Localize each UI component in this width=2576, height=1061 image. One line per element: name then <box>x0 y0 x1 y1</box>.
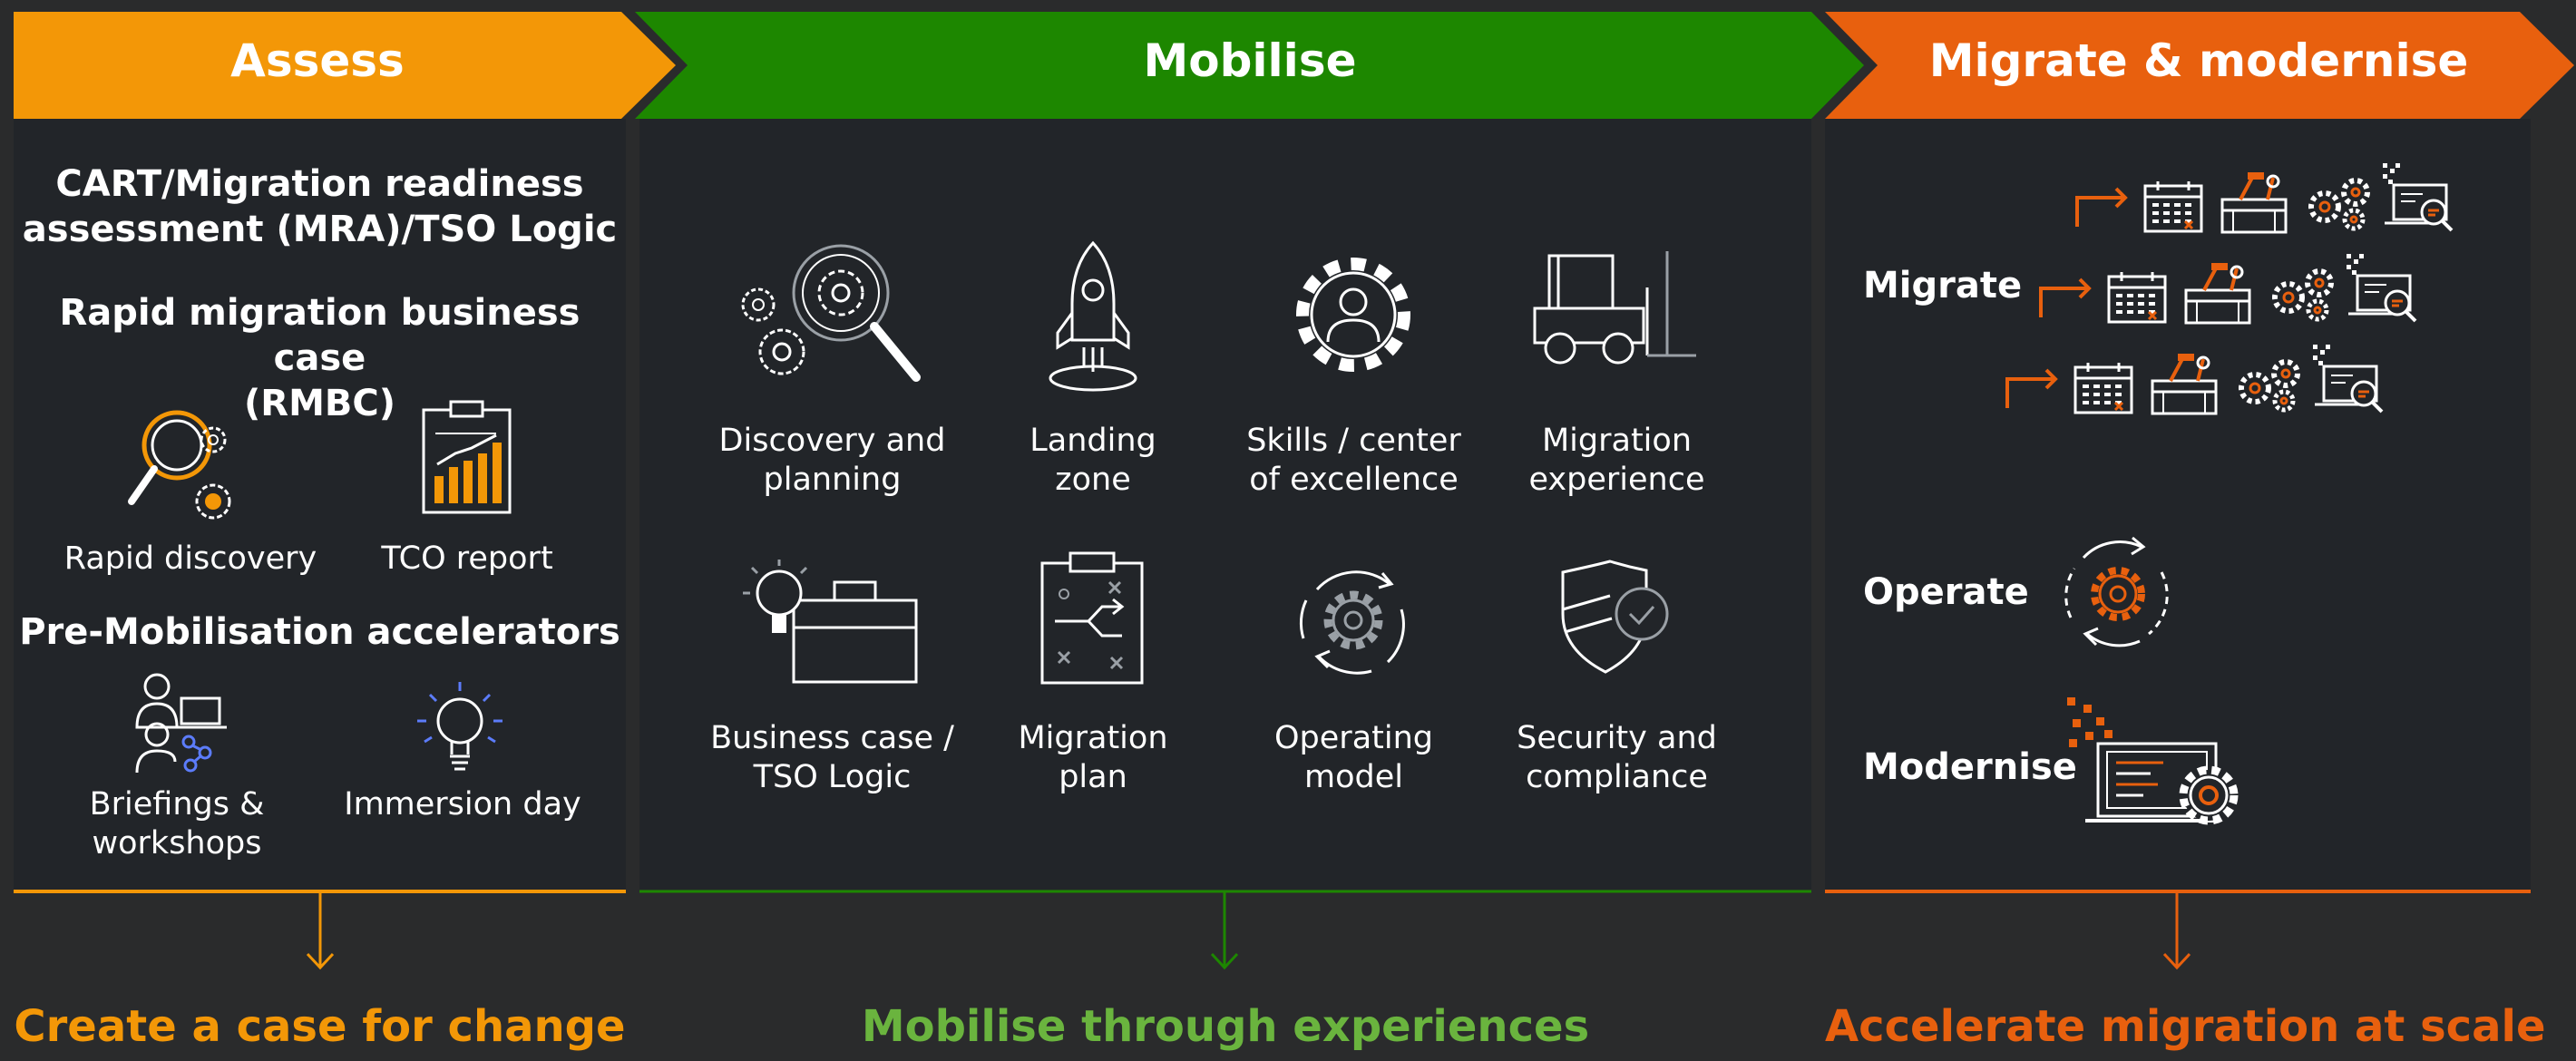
migration-wave-row <box>2005 345 2384 415</box>
gears-icon <box>2308 178 2370 231</box>
calendar-icon <box>2107 272 2167 324</box>
discovery-planning-label: Discovery and planning <box>707 422 957 500</box>
migration-experience-line2: experience <box>1528 462 1705 498</box>
skills-coe-label: Skills / center of excellence <box>1234 422 1474 500</box>
calendar-icon <box>2143 181 2203 233</box>
business-case-line2: TSO Logic <box>753 759 912 795</box>
modernise-label: Modernise <box>1863 746 2077 788</box>
migration-waves <box>2005 163 2454 415</box>
rocket-icon <box>1043 240 1143 394</box>
skills-coe-line2: of excellence <box>1249 462 1459 498</box>
security-compliance-label: Security and compliance <box>1497 719 1737 797</box>
gear-person-icon <box>1288 249 1420 381</box>
calendar-icon <box>2073 363 2133 414</box>
migration-experience-line1: Migration <box>1541 423 1693 459</box>
immersion-day-label: Immersion day <box>344 786 581 823</box>
gear-cycle-icon <box>1288 555 1420 686</box>
migration-wave-row <box>2075 163 2454 234</box>
briefings-workshops-line2: workshops <box>92 825 262 861</box>
shield-check-icon <box>1556 560 1673 677</box>
skills-coe-line1: Skills / center <box>1246 423 1461 459</box>
landing-zone-line1: Landing <box>1029 423 1156 459</box>
assess-footer-title: Create a case for change <box>14 1001 626 1052</box>
people-network-icon <box>134 671 234 775</box>
migrate-banner-title: Migrate & modernise <box>1928 34 2469 87</box>
operating-model-line2: model <box>1304 759 1403 795</box>
tco-report-label: TCO report <box>381 540 553 577</box>
lightbulb-icon <box>417 680 503 780</box>
toolbox-icon <box>2151 354 2218 415</box>
pre-mobilisation-heading: Pre-Mobilisation accelerators <box>19 611 620 653</box>
migration-plan-line1: Migration <box>1018 720 1168 756</box>
security-compliance-line1: Security and <box>1517 720 1717 756</box>
landing-zone-line2: zone <box>1055 462 1131 498</box>
assess-banner-title: Assess <box>230 34 405 87</box>
rmbc-heading: Rapid migration business case (RMBC) <box>14 290 626 426</box>
landing-zone-label: Landing zone <box>980 422 1206 500</box>
operate-gear-cycle-icon <box>2054 530 2181 657</box>
security-compliance-line2: compliance <box>1526 759 1708 795</box>
briefings-workshops-line1: Briefings & <box>89 786 265 823</box>
toolbox-icon <box>2220 172 2288 234</box>
business-case-label: Business case / TSO Logic <box>707 719 957 797</box>
rmbc-heading-line1: Rapid migration business case <box>59 292 581 379</box>
gears-icon <box>2272 268 2334 322</box>
footer-connectors <box>14 890 2531 970</box>
rmbc-heading-line2: (RMBC) <box>243 383 395 424</box>
business-case-line1: Business case / <box>710 720 954 756</box>
wave-arrow-icon <box>2075 187 2128 227</box>
laptop-search-icon <box>2313 345 2384 414</box>
migration-wave-row <box>2039 254 2417 325</box>
bar-chart-report-icon <box>419 399 514 517</box>
toolbox-icon <box>2184 263 2251 325</box>
laptop-search-icon <box>2347 254 2417 323</box>
migrate-footer-title: Accelerate migration at scale <box>1825 1001 2546 1052</box>
gears-icon <box>2239 359 2300 413</box>
migration-plan-line2: plan <box>1059 759 1127 795</box>
forklift-icon <box>1531 247 1699 374</box>
gears-magnifier-icon <box>737 243 927 388</box>
operate-label: Operate <box>1863 571 2029 613</box>
briefings-workshops-label: Briefings & workshops <box>50 785 304 863</box>
laptop-search-icon <box>2383 163 2454 232</box>
operating-model-line1: Operating <box>1274 720 1433 756</box>
magnifier-gears-icon <box>122 404 240 526</box>
migration-experience-label: Migration experience <box>1497 422 1737 500</box>
mobilise-footer-title: Mobilise through experiences <box>861 1001 1590 1052</box>
mobilise-banner-title: Mobilise <box>1143 34 1357 87</box>
wave-arrow-icon <box>2005 368 2058 408</box>
rapid-discovery-label: Rapid discovery <box>63 540 317 577</box>
cart-mra-heading-line1: CART/Migration readiness <box>55 163 584 205</box>
migration-plan-label: Migration plan <box>980 719 1206 797</box>
clipboard-plan-icon <box>1039 550 1147 686</box>
cart-mra-heading: CART/Migration readiness assessment (MRA… <box>14 161 626 252</box>
cart-mra-heading-line2: assessment (MRA)/TSO Logic <box>22 209 618 250</box>
lightbulb-briefcase-icon <box>739 555 921 686</box>
discovery-planning-line1: Discovery and <box>718 423 946 459</box>
wave-arrow-icon <box>2039 277 2092 317</box>
code-laptop-gear-icon <box>2064 694 2245 830</box>
operating-model-label: Operating model <box>1234 719 1474 797</box>
discovery-planning-line2: planning <box>763 462 902 498</box>
